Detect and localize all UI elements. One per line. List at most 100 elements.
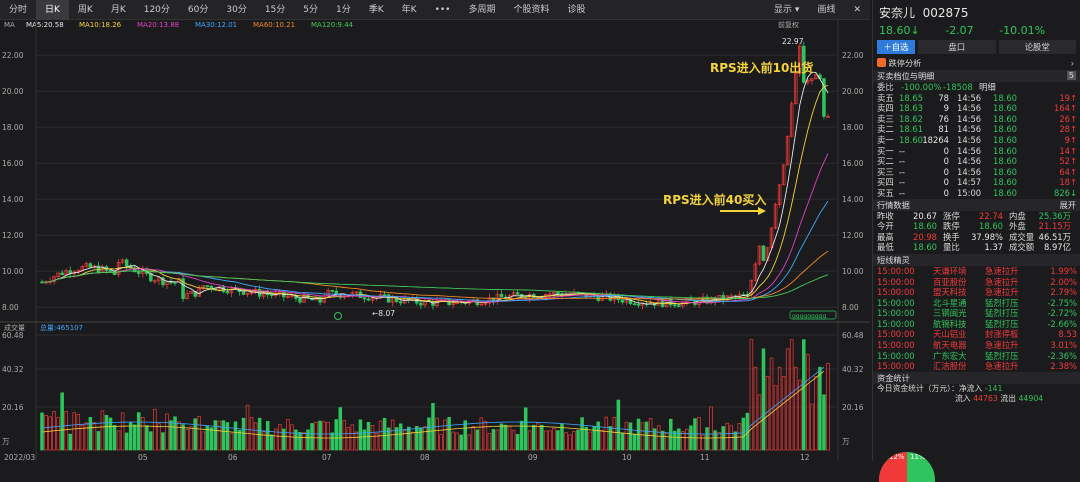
volume-bar: [112, 425, 117, 451]
wizard-event: 猛烈打压: [985, 350, 1019, 361]
wizard-stock: 航天电器: [933, 340, 967, 351]
analysis-icon: [877, 58, 886, 67]
volume-bar: [596, 421, 600, 451]
quote-label: 昨收: [877, 210, 894, 221]
draw-tool-button[interactable]: 画线: [808, 0, 844, 20]
tab-period[interactable]: 120分: [135, 0, 179, 20]
tab-period[interactable]: 多周期: [460, 0, 505, 20]
date-tick: 2022/03: [4, 453, 35, 461]
volume-bar: [193, 418, 197, 451]
tab-period[interactable]: 15分: [256, 0, 294, 20]
candle-body: [60, 272, 64, 276]
tick-time: 14:56: [957, 134, 982, 145]
price-tick-right: 18.00: [842, 123, 864, 132]
volume-bar: [644, 421, 649, 451]
wizard-value: 2.00%: [1050, 276, 1077, 287]
funds-in: 44763: [973, 393, 998, 403]
price-tick-right: 14.00: [842, 195, 864, 204]
tick-price: 18.60: [993, 177, 1017, 188]
wizard-value: -2.66%: [1047, 318, 1077, 329]
quote-value: 37.98%: [971, 231, 1003, 242]
volume-bar: [669, 418, 673, 451]
tab-period[interactable]: 周K: [69, 0, 102, 20]
funds-net-label: 净流入: [958, 383, 983, 393]
candle-body: [241, 291, 246, 295]
volume-bar: [366, 421, 371, 451]
quote-row: 最高 20.98 换手 37.98% 成交量 46.51万: [873, 232, 1080, 243]
volume-bar: [523, 407, 528, 451]
orderbook-badge[interactable]: 5: [1066, 71, 1076, 80]
candle-body: [269, 294, 274, 296]
candle-body: [386, 294, 391, 303]
volume-bar: [136, 412, 141, 451]
tab-period[interactable]: 30分: [217, 0, 255, 20]
volume-tick-right: 40.32: [842, 365, 864, 374]
sell-annotation: RPS进入前10出货: [710, 60, 813, 75]
volume-total: 总量:465107: [40, 323, 83, 332]
display-menu-button[interactable]: 显示 ▾: [765, 0, 808, 20]
quote-label: 换手: [943, 231, 960, 242]
wizard-time: 15:00:00: [877, 329, 915, 340]
close-icon[interactable]: ✕: [844, 0, 870, 20]
ma-label: MA: [4, 21, 15, 29]
quote-label: 成交量: [1009, 231, 1035, 242]
candle-body: [761, 245, 766, 261]
volume-bar: [225, 422, 230, 451]
tab-period[interactable]: 月K: [102, 0, 135, 20]
wizard-time: 15:00:00: [877, 276, 915, 287]
tab-period[interactable]: 日K: [36, 0, 69, 20]
volume-bar: [233, 421, 238, 451]
expand-button[interactable]: 展开: [1060, 199, 1076, 211]
candle-body: [419, 302, 423, 306]
tab-forum[interactable]: 论股堂: [998, 40, 1076, 54]
price-tick: 16.00: [2, 159, 24, 168]
volume-tick: 20.16: [2, 403, 24, 412]
volume-bar: [124, 432, 129, 451]
quote-row: 今开 18.60 跌停 18.60 外盘 21.15万: [873, 221, 1080, 232]
tick-time: 14:56: [957, 103, 982, 114]
price-tick: 10.00: [2, 267, 24, 276]
wizard-time: 15:00:00: [877, 287, 915, 298]
limit-analysis-link[interactable]: 跌停分析 ›: [873, 56, 1080, 70]
quote-value: 18.60: [913, 221, 937, 232]
price-tick: 22.00: [2, 51, 24, 60]
tab-period[interactable]: 分时: [0, 0, 36, 20]
tab-period[interactable]: 60分: [179, 0, 217, 20]
tab-period[interactable]: •••: [426, 0, 460, 20]
tab-period[interactable]: 1分: [327, 0, 360, 20]
stock-pct: -10.01%: [999, 24, 1046, 37]
quote-label: 成交额: [1009, 242, 1035, 253]
funds-out-label: 流出: [1000, 393, 1016, 403]
quote-value: 25.36万: [1038, 210, 1071, 221]
add-watchlist-button[interactable]: ＋自选: [877, 40, 915, 54]
wizard-stock: 天谦环境: [933, 265, 967, 276]
wizard-value: 2.79%: [1050, 287, 1077, 298]
high-marker: 22.97: [782, 37, 804, 46]
quote-title: 行情数据: [877, 199, 910, 210]
tab-period[interactable]: 5分: [294, 0, 327, 20]
ma-legend-item: MA120:9.44: [311, 21, 354, 29]
tab-orderbook[interactable]: 盘口: [918, 40, 996, 54]
tick-time: 14:56: [957, 124, 982, 135]
date-tick: 06: [228, 453, 238, 461]
tab-period[interactable]: 季K: [360, 0, 393, 20]
orderbook-row: 卖五 18.65 78 14:56 18.60 19↑: [873, 93, 1080, 104]
level-price: --: [899, 177, 906, 188]
volume-bar: [132, 424, 137, 451]
kline-chart[interactable]: MA MA5:20.58 MA10:18.26 MA20:13.88 MA30:12.0…: [0, 20, 870, 462]
kline-svg[interactable]: MA MA5:20.58 MA10:18.26 MA20:13.88 MA30:12.0…: [0, 20, 870, 462]
tab-period[interactable]: 个股资料: [505, 0, 559, 20]
volume-bar: [40, 412, 44, 451]
tab-period[interactable]: 年K: [393, 0, 426, 20]
level-name: 买三: [877, 166, 894, 177]
wizard-event: 猛烈打压: [985, 297, 1019, 308]
ratio-label: 委比: [877, 82, 894, 92]
price-tick-right: 12.00: [842, 231, 864, 240]
level-price: --: [899, 187, 906, 198]
level-price: 18.60: [899, 134, 923, 145]
tab-period[interactable]: 诊股: [559, 0, 595, 20]
quote-value: 1.37: [984, 242, 1003, 253]
